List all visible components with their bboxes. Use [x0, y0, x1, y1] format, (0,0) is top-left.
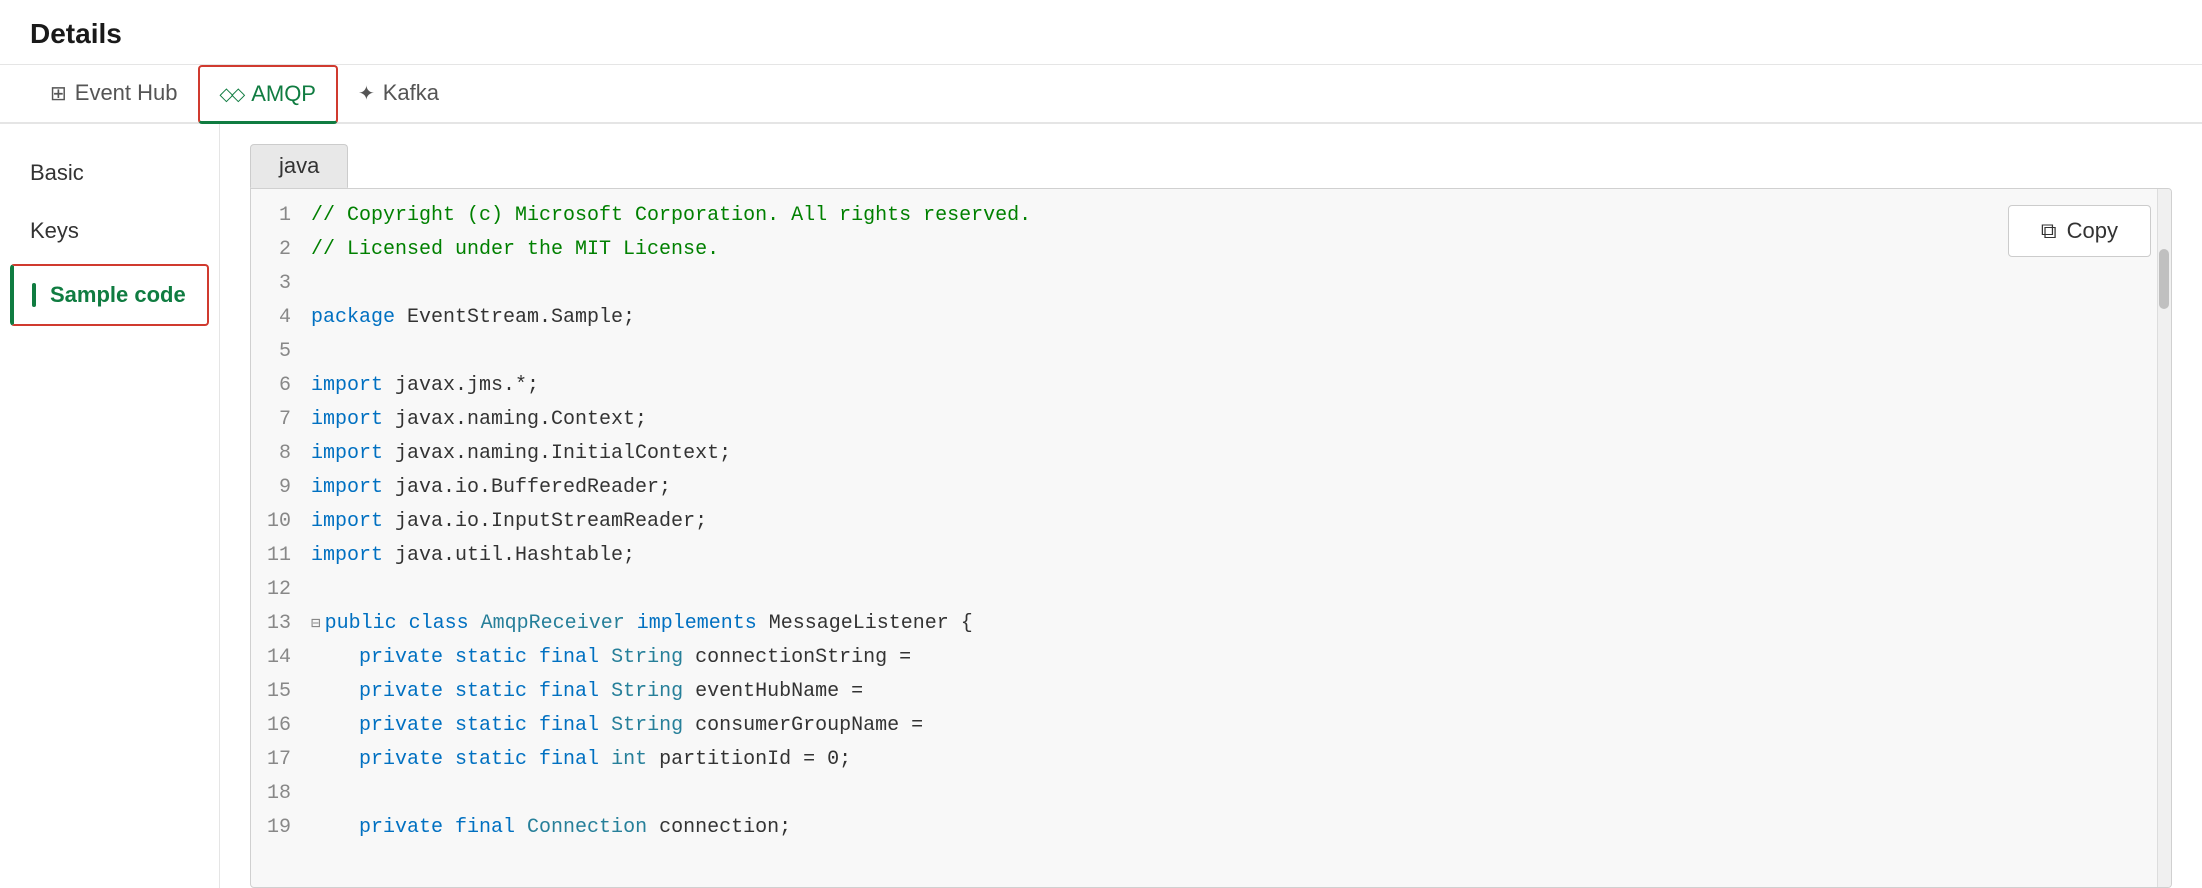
line-num-1: 1	[251, 199, 311, 233]
line-num-15: 15	[251, 675, 311, 709]
line-content-14: private static final String connectionSt…	[311, 641, 2171, 675]
code-line-15: 15 private static final String eventHubN…	[251, 675, 2171, 709]
code-line-8: 8 import javax.naming.InitialContext;	[251, 437, 2171, 471]
sidebar: Basic Keys Sample code	[0, 124, 220, 888]
eventhub-icon: ⊞	[50, 81, 67, 106]
amqp-icon: ◇◇	[220, 84, 244, 105]
tab-eventhub[interactable]: ⊞ Event Hub	[30, 66, 198, 123]
line-num-13: 13	[251, 607, 311, 641]
sidebar-active-indicator	[32, 283, 36, 307]
code-line-5: 5	[251, 335, 2171, 369]
line-num-3: 3	[251, 267, 311, 301]
line-num-7: 7	[251, 403, 311, 437]
line-content-4: package EventStream.Sample;	[311, 301, 2171, 335]
line-content-9: import java.io.BufferedReader;	[311, 471, 2171, 505]
line-num-16: 16	[251, 709, 311, 743]
line-content-5	[311, 335, 2171, 369]
line-num-10: 10	[251, 505, 311, 539]
sidebar-item-basic[interactable]: Basic	[0, 144, 219, 202]
line-content-13: ⊟public class AmqpReceiver implements Me…	[311, 607, 2171, 641]
line-content-15: private static final String eventHubName…	[311, 675, 2171, 709]
line-content-1: // Copyright (c) Microsoft Corporation. …	[311, 199, 2171, 233]
line-num-12: 12	[251, 573, 311, 607]
main-content: java 1 // Copyright (c) Microsoft Corpor…	[220, 124, 2202, 888]
line-content-19: private final Connection connection;	[311, 811, 2171, 845]
code-line-3: 3	[251, 267, 2171, 301]
code-editor-container: 1 // Copyright (c) Microsoft Corporation…	[250, 188, 2172, 888]
line-content-16: private static final String consumerGrou…	[311, 709, 2171, 743]
code-line-10: 10 import java.io.InputStreamReader;	[251, 505, 2171, 539]
line-num-17: 17	[251, 743, 311, 777]
line-num-9: 9	[251, 471, 311, 505]
line-content-2: // Licensed under the MIT License.	[311, 233, 2171, 267]
scroll-indicator[interactable]	[2157, 189, 2171, 887]
line-content-18	[311, 777, 2171, 811]
line-content-12	[311, 573, 2171, 607]
copy-icon: ⧉	[2041, 218, 2057, 244]
code-line-16: 16 private static final String consumerG…	[251, 709, 2171, 743]
tabs-row: ⊞ Event Hub ◇◇ AMQP ✦ Kafka	[0, 65, 2202, 124]
line-num-8: 8	[251, 437, 311, 471]
line-num-19: 19	[251, 811, 311, 845]
code-line-17: 17 private static final int partitionId …	[251, 743, 2171, 777]
code-line-12: 12	[251, 573, 2171, 607]
line-content-11: import java.util.Hashtable;	[311, 539, 2171, 573]
code-line-18: 18	[251, 777, 2171, 811]
code-line-13: 13 ⊟public class AmqpReceiver implements…	[251, 607, 2171, 641]
sidebar-item-sample-code[interactable]: Sample code	[10, 264, 209, 326]
line-content-3	[311, 267, 2171, 301]
scroll-thumb	[2159, 249, 2169, 309]
line-content-6: import javax.jms.*;	[311, 369, 2171, 403]
line-num-11: 11	[251, 539, 311, 573]
lang-tab-java[interactable]: java	[250, 144, 348, 188]
language-tab-row: java	[220, 144, 2202, 188]
line-num-14: 14	[251, 641, 311, 675]
line-num-6: 6	[251, 369, 311, 403]
code-line-14: 14 private static final String connectio…	[251, 641, 2171, 675]
code-area[interactable]: 1 // Copyright (c) Microsoft Corporation…	[251, 189, 2171, 887]
code-line-19: 19 private final Connection connection;	[251, 811, 2171, 845]
code-actions: ⧉ Copy	[2008, 205, 2151, 257]
code-line-2: 2 // Licensed under the MIT License.	[251, 233, 2171, 267]
code-line-6: 6 import javax.jms.*;	[251, 369, 2171, 403]
line-content-7: import javax.naming.Context;	[311, 403, 2171, 437]
tab-kafka[interactable]: ✦ Kafka	[338, 66, 459, 123]
code-line-1: 1 // Copyright (c) Microsoft Corporation…	[251, 199, 2171, 233]
kafka-icon: ✦	[358, 81, 375, 106]
tab-amqp[interactable]: ◇◇ AMQP	[198, 65, 338, 124]
code-line-9: 9 import java.io.BufferedReader;	[251, 471, 2171, 505]
line-content-10: import java.io.InputStreamReader;	[311, 505, 2171, 539]
code-line-7: 7 import javax.naming.Context;	[251, 403, 2171, 437]
line-num-2: 2	[251, 233, 311, 267]
line-content-17: private static final int partitionId = 0…	[311, 743, 2171, 777]
code-line-11: 11 import java.util.Hashtable;	[251, 539, 2171, 573]
line-num-4: 4	[251, 301, 311, 335]
line-content-8: import javax.naming.InitialContext;	[311, 437, 2171, 471]
sidebar-item-keys[interactable]: Keys	[0, 202, 219, 260]
line-num-18: 18	[251, 777, 311, 811]
line-num-5: 5	[251, 335, 311, 369]
code-line-4: 4 package EventStream.Sample;	[251, 301, 2171, 335]
page-title: Details	[30, 18, 122, 64]
copy-button[interactable]: ⧉ Copy	[2008, 205, 2151, 257]
